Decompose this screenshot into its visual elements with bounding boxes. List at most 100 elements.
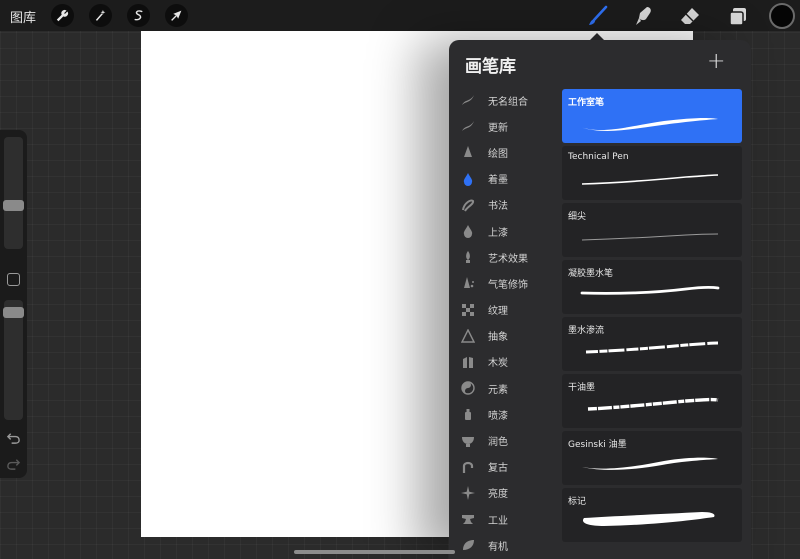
home-indicator xyxy=(294,550,455,554)
brush-name: 干油墨 xyxy=(568,383,596,393)
eraser-icon xyxy=(681,8,699,24)
modify-button[interactable] xyxy=(7,273,20,286)
brush-name: 标记 xyxy=(568,497,587,507)
texture-icon xyxy=(462,303,474,316)
gallery-button[interactable]: 图库 xyxy=(10,7,36,26)
left-sidebar xyxy=(0,130,27,478)
category-item[interactable]: 工业 xyxy=(449,506,562,532)
stroke-icon xyxy=(462,121,474,132)
brush-item[interactable]: 凝胶墨水笔 xyxy=(562,260,742,314)
category-label: 抽象 xyxy=(488,332,508,344)
smudge-tool-button[interactable] xyxy=(632,4,656,28)
category-label: 润色 xyxy=(488,437,508,449)
category-item[interactable]: 润色 xyxy=(449,427,562,453)
leaf-icon xyxy=(463,540,474,551)
add-brush-button[interactable]: + xyxy=(707,51,725,73)
brush-list: 工作室笔 Technical Pen 细尖 凝胶墨水笔 墨水渗流 干油墨 Ges… xyxy=(562,89,742,545)
brush-stroke-preview xyxy=(585,341,719,354)
brush-name: 工作室笔 xyxy=(568,98,605,108)
category-item[interactable]: 无名组合 xyxy=(449,87,562,113)
category-item[interactable]: 纹理 xyxy=(449,297,562,323)
category-item[interactable]: 喷漆 xyxy=(449,401,562,427)
category-item[interactable]: 有机 xyxy=(449,532,562,558)
category-label: 绘图 xyxy=(488,148,508,160)
brush-stroke-preview xyxy=(581,174,719,185)
category-label: 着墨 xyxy=(488,175,508,187)
panel-title: 画笔库 xyxy=(465,57,516,77)
category-label: 气笔修饰 xyxy=(488,279,528,291)
bowl-icon xyxy=(462,436,474,447)
opacity-slider[interactable] xyxy=(4,300,23,420)
brush-item[interactable]: 细尖 xyxy=(562,203,742,257)
brush-stroke-preview xyxy=(580,285,720,295)
category-item[interactable]: 亮度 xyxy=(449,480,562,506)
brush-item-selected[interactable]: 工作室笔 xyxy=(562,89,742,143)
paint-drop-icon xyxy=(463,225,473,239)
yin-yang-icon xyxy=(461,381,475,395)
brush-tip-icon xyxy=(466,251,470,264)
brush-name: 凝胶墨水笔 xyxy=(568,269,614,279)
pencil-tip-icon xyxy=(464,146,472,158)
size-slider[interactable] xyxy=(4,137,23,249)
brush-item[interactable]: 标记 xyxy=(562,488,742,542)
adjustments-button[interactable] xyxy=(89,4,112,27)
selection-button[interactable] xyxy=(127,4,150,27)
brush-stroke-preview xyxy=(581,233,719,241)
category-label: 喷漆 xyxy=(488,410,508,422)
category-item[interactable]: 上漆 xyxy=(449,218,562,244)
airbrush-icon xyxy=(464,277,474,289)
category-label: 复古 xyxy=(488,463,508,475)
anvil-icon xyxy=(462,515,474,525)
category-label: 上漆 xyxy=(488,227,508,239)
charcoal-icon xyxy=(463,356,473,368)
brush-item[interactable]: Technical Pen xyxy=(562,146,742,200)
brush-name: Gesinski 油墨 xyxy=(568,440,627,450)
category-item-active[interactable]: 着墨 xyxy=(449,166,562,192)
layers-button[interactable] xyxy=(726,4,750,28)
brush-category-list: 无名组合 更新 绘图 着墨 书法 上漆 艺术效果 气笔修饰 纹理 抽象 木炭 元… xyxy=(449,87,562,558)
category-label: 书法 xyxy=(488,201,508,213)
category-item[interactable]: 抽象 xyxy=(449,323,562,349)
brush-name: Technical Pen xyxy=(568,152,629,162)
undo-icon[interactable] xyxy=(6,430,21,445)
ink-drop-icon xyxy=(463,172,473,186)
size-slider-thumb[interactable] xyxy=(3,200,24,211)
category-item[interactable]: 更新 xyxy=(449,113,562,139)
category-label: 亮度 xyxy=(488,489,508,501)
calligraphy-icon xyxy=(462,199,475,212)
color-picker-button[interactable] xyxy=(769,3,795,29)
eraser-tool-button[interactable] xyxy=(678,4,702,28)
opacity-slider-thumb[interactable] xyxy=(3,307,24,318)
category-item[interactable]: 书法 xyxy=(449,192,562,218)
category-label: 工业 xyxy=(488,515,508,527)
category-item[interactable]: 气笔修饰 xyxy=(449,270,562,296)
selection-icon xyxy=(134,10,143,21)
brush-name: 细尖 xyxy=(568,212,587,222)
actions-button[interactable] xyxy=(51,4,74,27)
brush-item[interactable]: 墨水渗流 xyxy=(562,317,742,371)
category-label: 纹理 xyxy=(488,306,508,318)
layers-icon xyxy=(729,8,746,26)
triangle-icon xyxy=(461,328,475,343)
retro-icon xyxy=(462,461,474,473)
brush-name: 墨水渗流 xyxy=(568,326,605,336)
category-item[interactable]: 艺术效果 xyxy=(449,244,562,270)
category-item[interactable]: 元素 xyxy=(449,375,562,401)
brush-library-panel: 画笔库 + 无名组合 更新 绘图 着墨 书法 上漆 艺术效果 气笔修饰 纹理 抽… xyxy=(449,40,751,559)
redo-icon[interactable] xyxy=(6,456,21,471)
spray-can-icon xyxy=(465,409,471,421)
transform-button[interactable] xyxy=(165,4,188,27)
brush-icon xyxy=(589,5,608,25)
sparkle-icon xyxy=(461,485,475,500)
brush-stroke-preview xyxy=(582,457,718,470)
category-label: 木炭 xyxy=(488,358,508,370)
category-item[interactable]: 绘图 xyxy=(449,139,562,165)
stroke-icon xyxy=(462,95,474,106)
category-item[interactable]: 复古 xyxy=(449,454,562,480)
category-item[interactable]: 木炭 xyxy=(449,349,562,375)
brush-tool-button[interactable] xyxy=(586,4,610,28)
brush-item[interactable]: Gesinski 油墨 xyxy=(562,431,742,485)
category-label: 更新 xyxy=(488,122,508,134)
brush-item[interactable]: 干油墨 xyxy=(562,374,742,428)
category-label: 无名组合 xyxy=(488,96,528,108)
